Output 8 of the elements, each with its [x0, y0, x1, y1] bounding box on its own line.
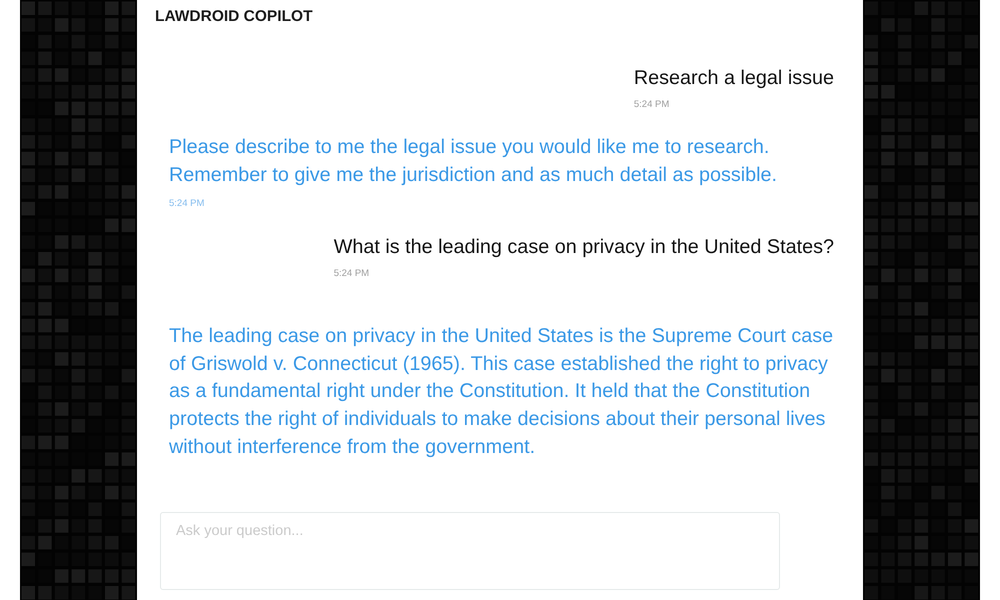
bot-message: Please describe to me the legal issue you would like me to research. Remember to give me the jurisdiction and as much detail as possible. — [169, 135, 778, 188]
bot-message: The leading case on privacy in the United States is the Supreme Court case of Griswold v. Connecticut (1965). This case established the right to privacy as a fundamental right under the Constitution. It held that the Constitution protects the right of individuals to make decisions about their personal lives without interference from the government. — [169, 324, 834, 460]
message-time: 5:24 PM — [169, 198, 204, 210]
message-time: 5:24 PM — [334, 268, 370, 280]
user-message: What is the leading case on privacy in the United States? — [334, 235, 834, 260]
message-time: 5:24 PM — [634, 99, 670, 110]
app-title: LAWDROID COPILOT — [155, 8, 313, 26]
user-message: Research a legal issue — [634, 66, 834, 91]
